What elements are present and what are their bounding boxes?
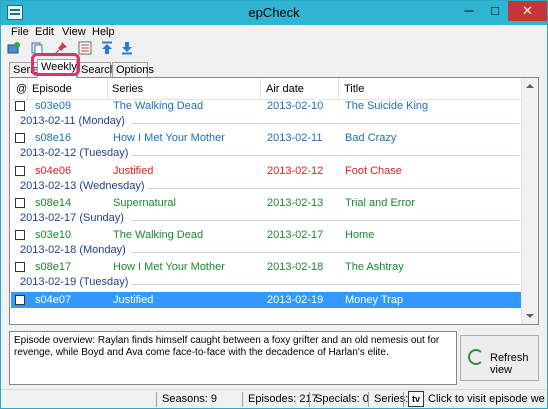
toolbar xyxy=(1,39,547,58)
tv-icon[interactable]: tv xyxy=(408,391,424,407)
table-row[interactable]: s08e16 How I Met Your Mother 2013-02-11 … xyxy=(11,130,521,146)
group-label: 2013-02-13 (Wednesday) xyxy=(20,180,145,192)
table-row[interactable]: s08e14 Supernatural 2013-02-13 Trial and… xyxy=(11,195,521,211)
row-title: Money Trap xyxy=(345,294,404,306)
group-header[interactable]: 2013-02-18 (Monday) xyxy=(20,244,520,260)
list-header: @ Episode Series Air date Title xyxy=(10,78,538,100)
tab-highlight-ring xyxy=(31,53,80,76)
row-airdate: 2013-02-19 xyxy=(267,294,324,306)
row-checkbox[interactable] xyxy=(15,262,25,272)
list-icon[interactable] xyxy=(78,41,92,55)
row-title: Bad Crazy xyxy=(345,132,397,144)
table-row-selected[interactable]: s04e07 Justified 2013-02-19 Money Trap xyxy=(11,292,521,308)
row-airdate: 2013-02-11 xyxy=(267,132,323,144)
row-episode: s03e10 xyxy=(35,229,72,241)
row-checkbox[interactable] xyxy=(15,166,25,176)
row-airdate: 2013-02-13 xyxy=(267,197,324,209)
header-title[interactable]: Title xyxy=(344,83,364,95)
group-header[interactable]: 2013-02-12 (Tuesday) xyxy=(20,147,520,163)
row-episode: s08e17 xyxy=(35,261,72,273)
row-series: Justified xyxy=(113,294,154,306)
move-down-icon[interactable] xyxy=(120,41,134,55)
refresh-icon xyxy=(468,349,484,365)
vertical-scrollbar[interactable] xyxy=(521,78,538,324)
row-checkbox[interactable] xyxy=(15,133,25,143)
row-checkbox[interactable] xyxy=(15,295,25,305)
group-label: 2013-02-11 (Monday) xyxy=(20,115,125,127)
status-specials: Specials: 0 xyxy=(315,393,369,405)
refresh-label: Refresh view xyxy=(490,352,529,376)
header-episode[interactable]: Episode xyxy=(32,83,72,95)
status-seasons: Seasons: 9 xyxy=(162,393,218,405)
row-checkbox[interactable] xyxy=(15,101,25,111)
table-row[interactable]: s03e10 The Walking Dead 2013-02-17 Home xyxy=(11,227,521,243)
group-header[interactable]: 2013-02-13 (Wednesday) xyxy=(20,180,520,196)
tab-strip: Series Weekly Search Options xyxy=(1,58,547,78)
row-checkbox[interactable] xyxy=(15,230,25,240)
header-series[interactable]: Series xyxy=(112,83,143,95)
status-episodes: Episodes: 217 xyxy=(248,393,318,405)
row-series: Justified xyxy=(113,165,154,177)
row-episode: s03e09 xyxy=(35,100,72,112)
row-episode: s08e14 xyxy=(35,197,72,209)
row-series: How I Met Your Mother xyxy=(113,261,225,273)
row-title: Foot Chase xyxy=(345,165,402,177)
row-series: The Walking Dead xyxy=(113,229,204,241)
move-up-icon[interactable] xyxy=(100,41,114,55)
refresh-view-button[interactable]: Refresh view xyxy=(460,335,539,381)
status-bar: Seasons: 9 Episodes: 217 Specials: 0 Ser… xyxy=(1,389,547,408)
tab-search[interactable]: Search xyxy=(77,62,116,78)
menu-view[interactable]: View xyxy=(62,26,86,38)
scroll-up-icon[interactable] xyxy=(526,84,534,88)
menu-bar: File Edit View Help xyxy=(1,25,547,39)
group-header[interactable]: 2013-02-17 (Sunday) xyxy=(20,212,520,228)
tab-options[interactable]: Options xyxy=(112,62,154,78)
group-header[interactable]: 2013-02-11 (Monday) xyxy=(20,115,520,131)
app-window: epCheck ─ □ ✕ File Edit View Help Series… xyxy=(0,0,548,409)
minimize-button[interactable]: ─ xyxy=(456,1,482,21)
row-title: Trial and Error xyxy=(345,197,415,209)
row-airdate: 2013-02-17 xyxy=(267,229,324,241)
row-title: The Ashtray xyxy=(345,261,404,273)
episode-list[interactable]: @ Episode Series Air date Title s03e09 T… xyxy=(9,77,539,325)
group-label: 2013-02-18 (Monday) xyxy=(20,244,126,256)
table-row[interactable]: s04e06 Justified 2013-02-12 Foot Chase xyxy=(11,163,521,179)
row-series: How I Met Your Mother xyxy=(113,132,225,144)
add-series-icon[interactable] xyxy=(7,41,21,55)
menu-edit[interactable]: Edit xyxy=(35,26,54,38)
row-airdate: 2013-02-18 xyxy=(267,261,324,273)
row-airdate: 2013-02-10 xyxy=(267,100,324,112)
row-checkbox[interactable] xyxy=(15,198,25,208)
table-row[interactable]: s08e17 How I Met Your Mother 2013-02-18 … xyxy=(11,259,521,275)
header-check: @ xyxy=(16,83,28,95)
menu-help[interactable]: Help xyxy=(92,26,115,38)
row-title: Home xyxy=(345,229,375,241)
title-bar: epCheck ─ □ ✕ xyxy=(1,1,547,25)
row-airdate: 2013-02-12 xyxy=(267,165,324,177)
row-episode: s04e06 xyxy=(35,165,72,177)
table-row[interactable]: s03e09 The Walking Dead 2013-02-10 The S… xyxy=(11,98,521,114)
maximize-button[interactable]: □ xyxy=(482,1,508,21)
group-label: 2013-02-12 (Tuesday) xyxy=(20,147,129,159)
episode-overview: Episode overview: Raylan finds himself c… xyxy=(9,331,457,385)
menu-file[interactable]: File xyxy=(11,26,29,38)
row-series: The Walking Dead xyxy=(113,100,204,112)
group-header[interactable]: 2013-02-19 (Tuesday) xyxy=(20,276,520,292)
row-title: The Suicide King xyxy=(345,100,429,112)
close-button[interactable]: ✕ xyxy=(508,1,547,21)
row-episode: s04e07 xyxy=(35,294,72,306)
status-visit-link[interactable]: Click to visit episode we xyxy=(428,393,545,405)
row-series: Supernatural xyxy=(113,197,176,209)
header-airdate[interactable]: Air date xyxy=(266,83,304,95)
group-label: 2013-02-17 (Sunday) xyxy=(20,212,124,224)
group-label: 2013-02-19 (Tuesday) xyxy=(20,276,129,288)
scroll-down-icon[interactable] xyxy=(526,314,534,318)
row-episode: s08e16 xyxy=(35,132,72,144)
